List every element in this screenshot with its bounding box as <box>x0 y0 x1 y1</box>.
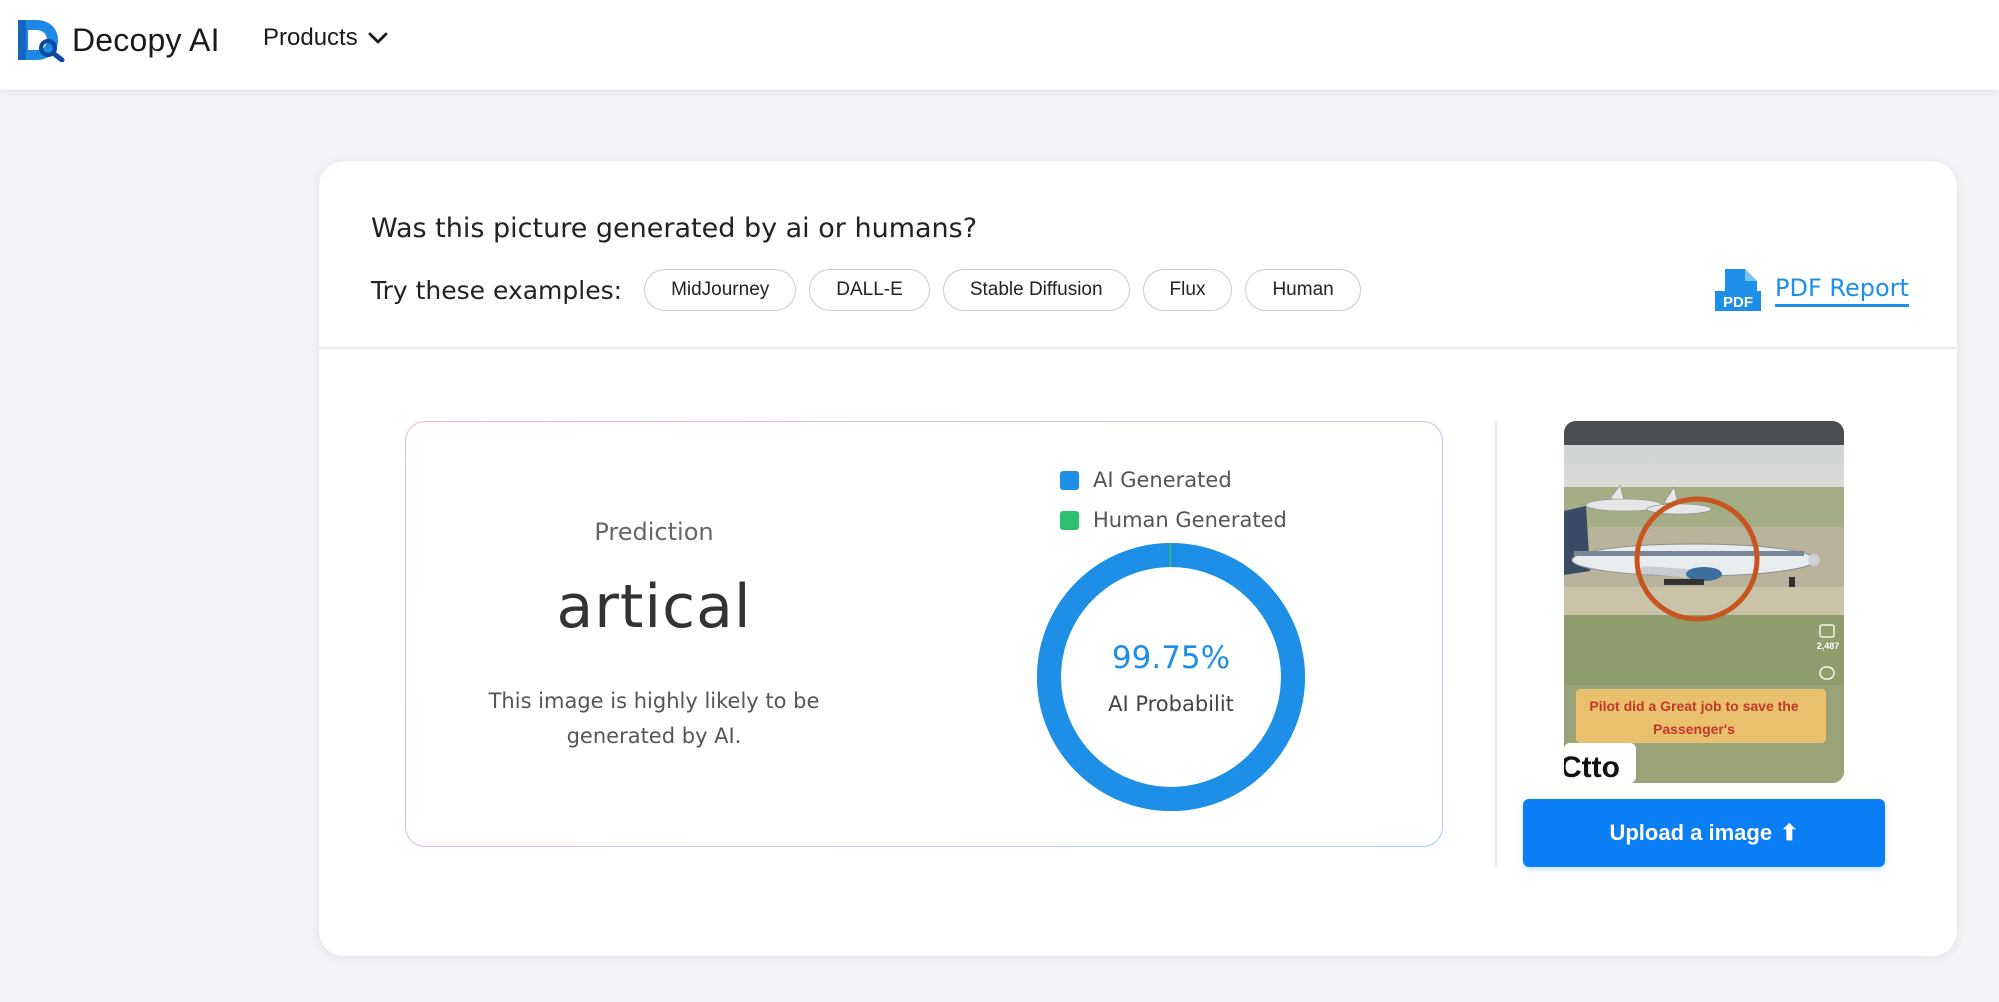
prediction-panel: Prediction artical This image is highly … <box>405 421 1443 847</box>
chevron-down-icon <box>368 32 388 44</box>
card-divider <box>319 347 1957 349</box>
photo-caption-line2: Passenger's <box>1653 721 1735 737</box>
pdf-report-label: PDF Report <box>1775 274 1909 307</box>
photo-caption-line1: Pilot did a Great job to save the <box>1589 698 1798 714</box>
upload-arrow-icon: ⬆ <box>1780 820 1799 845</box>
detector-question: Was this picture generated by ai or huma… <box>371 213 978 244</box>
prediction-description: This image is highly likely to be genera… <box>488 689 820 748</box>
uploaded-image-preview: Pilot did a Great job to save the Passen… <box>1564 421 1844 783</box>
airplane-photo: Pilot did a Great job to save the Passen… <box>1564 421 1844 783</box>
products-menu[interactable]: Products <box>263 24 388 52</box>
probability-donut-chart <box>1037 543 1305 811</box>
example-chip-stable-diffusion[interactable]: Stable Diffusion <box>942 269 1130 311</box>
example-chip-human[interactable]: Human <box>1245 269 1361 311</box>
example-chip-dalle[interactable]: DALL-E <box>809 269 930 311</box>
pdf-icon-label: PDF <box>1723 294 1753 311</box>
detector-card: Was this picture generated by ai or huma… <box>318 160 1958 957</box>
upload-image-button[interactable]: Upload a image ⬆ <box>1523 799 1885 867</box>
legend-swatch-ai <box>1060 470 1079 490</box>
photo-like-count: 2,487 <box>1817 641 1840 651</box>
example-chip-midjourney[interactable]: MidJourney <box>644 269 797 311</box>
brand-logo[interactable]: Decopy AI <box>16 18 220 62</box>
legend-item-human: Human Generated <box>1060 500 1287 540</box>
vertical-separator <box>1495 421 1497 867</box>
example-chip-flux[interactable]: Flux <box>1142 269 1233 311</box>
legend-swatch-human <box>1060 510 1079 530</box>
pdf-file-icon: PDF <box>1715 269 1761 311</box>
ai-probability-caption: AI Probabilit <box>1108 692 1234 716</box>
brand-name: Decopy AI <box>72 21 220 58</box>
donut-ai-arc <box>1037 543 1305 811</box>
ai-probability-value: 99.75% <box>1111 640 1231 676</box>
legend-label-human: Human Generated <box>1093 508 1287 532</box>
examples-label: Try these examples: <box>371 275 623 305</box>
legend-item-ai: AI Generated <box>1060 460 1287 500</box>
prediction-value: artical <box>556 572 752 642</box>
upload-button-label: Upload a image <box>1609 820 1773 845</box>
pdf-report-link[interactable]: PDF PDF Report <box>1715 267 1909 313</box>
decopy-logo-icon <box>18 20 65 62</box>
top-navbar: Decopy AI Products <box>0 0 1999 90</box>
legend-label-ai: AI Generated <box>1093 468 1232 492</box>
prediction-label: Prediction <box>594 518 714 546</box>
products-label: Products <box>263 24 358 51</box>
chart-legend: AI Generated Human Generated <box>1060 460 1287 540</box>
photo-corner-text: Ctto <box>1564 751 1620 783</box>
examples-row: Try these examples: MidJourney DALL-E St… <box>371 269 1374 311</box>
